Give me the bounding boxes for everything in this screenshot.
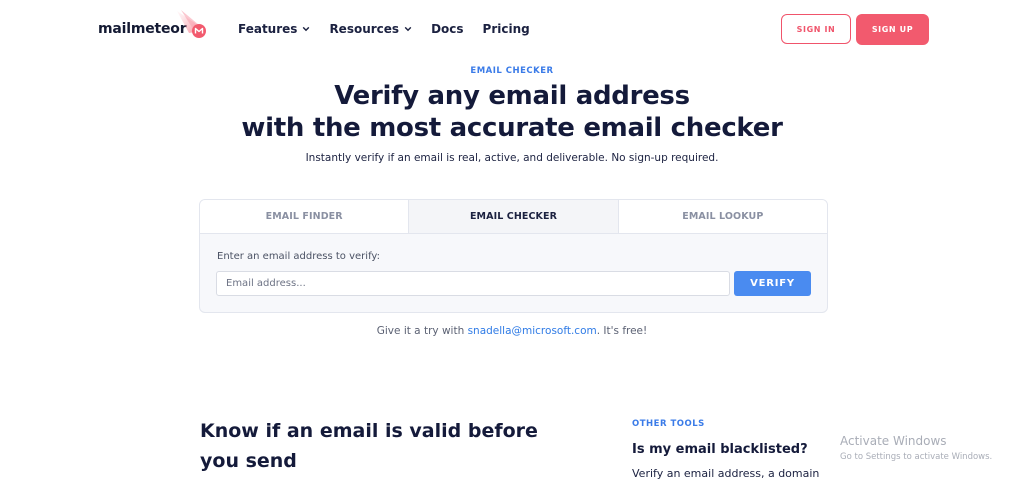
- try-prefix: Give it a try with: [376, 325, 468, 337]
- sign-up-button[interactable]: SIGN UP: [856, 14, 929, 45]
- nav-features[interactable]: Features: [238, 22, 310, 36]
- page-eyebrow: EMAIL CHECKER: [470, 66, 554, 76]
- activate-windows-subtitle: Go to Settings to activate Windows.: [840, 452, 993, 462]
- email-input[interactable]: [216, 271, 730, 296]
- main-nav: Features Resources Docs Pricing: [238, 22, 549, 36]
- tool-tabs: EMAIL FINDER EMAIL CHECKER EMAIL LOOKUP: [200, 200, 827, 234]
- example-email-link[interactable]: snadella@microsoft.com: [468, 325, 597, 337]
- nav-resources[interactable]: Resources: [329, 22, 412, 36]
- other-tools-label: OTHER TOOLS: [632, 419, 705, 429]
- email-tool-card: EMAIL FINDER EMAIL CHECKER EMAIL LOOKUP …: [199, 199, 828, 313]
- nav-features-label: Features: [238, 22, 298, 36]
- try-example-line: Give it a try with snadella@microsoft.co…: [0, 325, 1024, 337]
- meteor-logo-icon: [177, 10, 206, 38]
- sign-in-button[interactable]: SIGN IN: [781, 14, 851, 44]
- email-field-label: Enter an email address to verify:: [217, 251, 380, 262]
- chevron-down-icon: [404, 26, 412, 32]
- chevron-down-icon: [303, 26, 310, 32]
- page-subtitle: Instantly verify if an email is real, ac…: [305, 152, 719, 164]
- page-title: Verify any email address with the most a…: [0, 80, 1024, 144]
- page-title-line-2: with the most accurate email checker: [241, 113, 783, 143]
- tab-email-lookup[interactable]: EMAIL LOOKUP: [617, 200, 827, 233]
- nav-docs-label: Docs: [431, 22, 464, 36]
- try-suffix: . It's free!: [596, 325, 648, 337]
- tab-email-finder[interactable]: EMAIL FINDER: [200, 200, 409, 233]
- page-title-line-1: Verify any email address: [334, 81, 690, 111]
- nav-resources-label: Resources: [329, 22, 400, 36]
- nav-pricing-label: Pricing: [482, 22, 530, 36]
- logo-text: mailmeteor: [98, 21, 187, 37]
- verify-button[interactable]: VERIFY: [734, 271, 811, 296]
- logo[interactable]: mailmeteor: [98, 10, 206, 38]
- section-heading: Know if an email is valid before you sen…: [200, 420, 538, 472]
- site-header: mailmeteor Features Resources Docs Prici…: [0, 0, 1024, 60]
- blacklist-tool-link[interactable]: Is my email blacklisted?: [632, 442, 808, 457]
- blacklist-tool-description: Verify an email address, a domain: [632, 467, 820, 480]
- tab-email-checker[interactable]: EMAIL CHECKER: [408, 200, 618, 233]
- nav-pricing[interactable]: Pricing: [483, 22, 530, 36]
- activate-windows-title: Activate Windows: [840, 434, 947, 448]
- nav-docs[interactable]: Docs: [431, 22, 463, 36]
